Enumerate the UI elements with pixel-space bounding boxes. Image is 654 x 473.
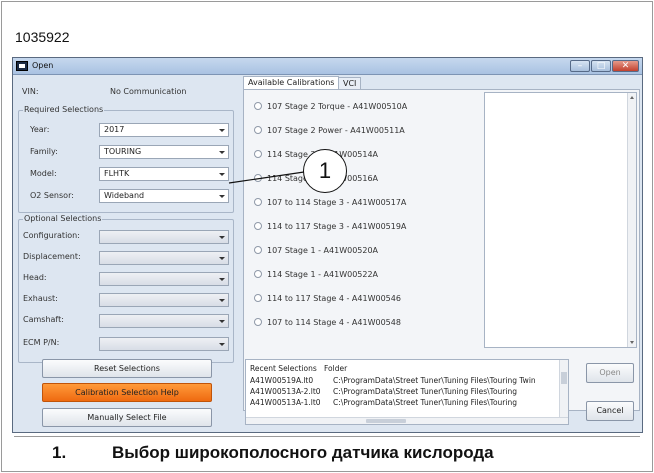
- callout-line: [228, 171, 305, 184]
- caption-number: 1.: [52, 443, 67, 462]
- callout-leader: [228, 171, 305, 184]
- caption-divider: [14, 436, 640, 437]
- caption-text: Выбор широкополосного датчика кислорода: [112, 443, 494, 462]
- figure-caption: 1. Выбор широкополосного датчика кислород…: [52, 443, 494, 463]
- callout-marker: 1: [303, 149, 347, 193]
